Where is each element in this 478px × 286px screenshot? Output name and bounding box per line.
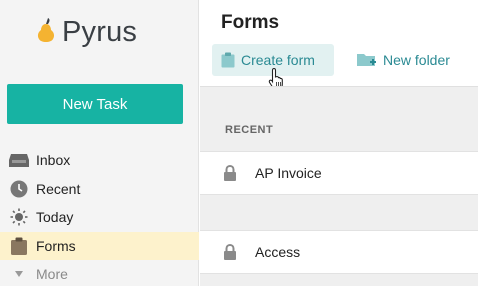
sidebar-item-forms[interactable]: Forms [0,231,199,260]
section-header-recent: RECENT [225,124,274,136]
sun-icon [9,207,29,227]
add-folder-icon [357,52,377,68]
create-form-label: Create form [241,52,315,68]
inbox-icon [9,150,29,170]
new-folder-button[interactable]: New folder [355,44,475,76]
clipboard-icon [9,236,29,256]
pear-logo-icon [36,17,56,48]
clock-icon [9,179,29,199]
chevron-down-icon [9,264,29,284]
page-title: Forms [221,12,280,33]
sidebar-item-label: Forms [36,237,76,254]
list-item[interactable]: Access [200,230,478,274]
sidebar-item-label: Recent [36,180,81,197]
logo-text: Pyrus [62,16,138,48]
list-item[interactable]: AP Invoice [200,151,478,195]
sidebar-item-inbox[interactable]: Inbox [0,146,199,175]
lock-icon [221,165,239,181]
sidebar: Pyrus New Task Inbox Recent Today Forms [0,0,199,286]
list-item-label: Access [255,244,301,260]
forms-list: RECENT AP Invoice Access [200,86,478,286]
sidebar-item-label: Inbox [36,152,71,169]
lock-icon [221,244,239,260]
sidebar-item-today[interactable]: Today [0,203,199,232]
sidebar-item-label: Today [36,209,74,226]
new-folder-label: New folder [383,52,450,68]
list-item-label: AP Invoice [255,165,322,181]
sidebar-item-more[interactable]: More [0,260,199,286]
new-task-button[interactable]: New Task [7,84,183,124]
logo[interactable]: Pyrus [36,16,137,49]
sidebar-nav: Inbox Recent Today Forms More [0,146,199,286]
sidebar-item-label: More [36,266,68,283]
form-icon [221,52,235,68]
main-panel: Forms Create form New folder RECENT AP I… [200,0,478,286]
sidebar-item-recent[interactable]: Recent [0,175,199,204]
